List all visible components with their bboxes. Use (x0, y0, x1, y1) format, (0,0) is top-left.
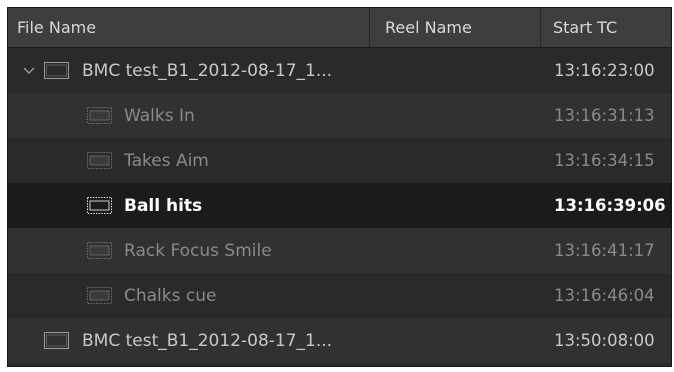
subclip-icon (87, 287, 112, 304)
table-row[interactable]: Takes Aim 13:16:34:15 (8, 138, 671, 183)
start-tc: 13:16:41:17 (554, 241, 655, 260)
file-name-cell: BMC test_B1_2012-08-17_1... (8, 48, 541, 93)
table-header: File Name Reel Name Start TC (8, 8, 671, 48)
table-row[interactable]: BMC test_B1_2012-08-17_1... 13:50:08:00 (8, 318, 671, 363)
subclip-icon (87, 107, 112, 124)
subclip-icon (87, 242, 112, 259)
subclip-icon (87, 197, 112, 214)
media-pool-panel: File Name Reel Name Start TC BMC test_B1… (0, 0, 674, 372)
file-name-cell: Takes Aim (8, 138, 541, 183)
file-name: Takes Aim (124, 150, 209, 171)
file-name-cell: BMC test_B1_2012-08-17_1... (8, 318, 541, 363)
start-tc: 13:50:08:00 (554, 331, 655, 350)
table-row[interactable]: Walks In 13:16:31:13 (8, 93, 671, 138)
start-tc-cell: 13:16:34:15 (541, 138, 671, 183)
table-row[interactable]: Rack Focus Smile 13:16:41:17 (8, 228, 671, 273)
column-header-label: Start TC (553, 18, 618, 37)
column-header-start-tc[interactable]: Start TC (541, 8, 671, 47)
file-name: Chalks cue (124, 285, 217, 306)
table-row[interactable]: Ball hits 13:16:39:06 (8, 183, 671, 228)
start-tc-cell: 13:16:39:06 (541, 183, 671, 228)
table-row[interactable]: BMC test_B1_2012-08-17_1... 13:16:23:00 (8, 48, 671, 93)
file-name: Walks In (124, 105, 195, 126)
start-tc-cell: 13:16:46:04 (541, 273, 671, 318)
chevron-down-icon[interactable] (22, 64, 36, 78)
start-tc-cell: 13:16:31:13 (541, 93, 671, 138)
file-name-cell: Walks In (8, 93, 541, 138)
clip-rows: BMC test_B1_2012-08-17_1... 13:16:23:00 … (8, 48, 671, 363)
file-name: BMC test_B1_2012-08-17_1... (82, 330, 333, 351)
start-tc: 13:16:34:15 (554, 151, 655, 170)
start-tc-cell: 13:16:23:00 (541, 48, 671, 93)
file-name-cell: Chalks cue (8, 273, 541, 318)
table-row[interactable]: Chalks cue 13:16:46:04 (8, 273, 671, 318)
start-tc: 13:16:23:00 (554, 61, 655, 80)
file-name: Ball hits (124, 195, 203, 216)
column-header-reel-name[interactable]: Reel Name (370, 8, 541, 47)
start-tc: 13:16:46:04 (554, 286, 655, 305)
clip-icon (44, 62, 69, 79)
start-tc: 13:16:31:13 (554, 106, 655, 125)
file-name: BMC test_B1_2012-08-17_1... (82, 60, 333, 81)
file-name-cell: Ball hits (8, 183, 541, 228)
column-header-label: File Name (17, 18, 97, 37)
start-tc-cell: 13:50:08:00 (541, 318, 671, 363)
file-name: Rack Focus Smile (124, 240, 272, 261)
clip-icon (44, 332, 69, 349)
start-tc-cell: 13:16:41:17 (541, 228, 671, 273)
clip-list-table: File Name Reel Name Start TC BMC test_B1… (7, 7, 672, 367)
file-name-cell: Rack Focus Smile (8, 228, 541, 273)
subclip-icon (87, 152, 112, 169)
column-header-file-name[interactable]: File Name (8, 8, 370, 47)
column-header-label: Reel Name (385, 18, 472, 37)
start-tc: 13:16:39:06 (554, 196, 666, 215)
